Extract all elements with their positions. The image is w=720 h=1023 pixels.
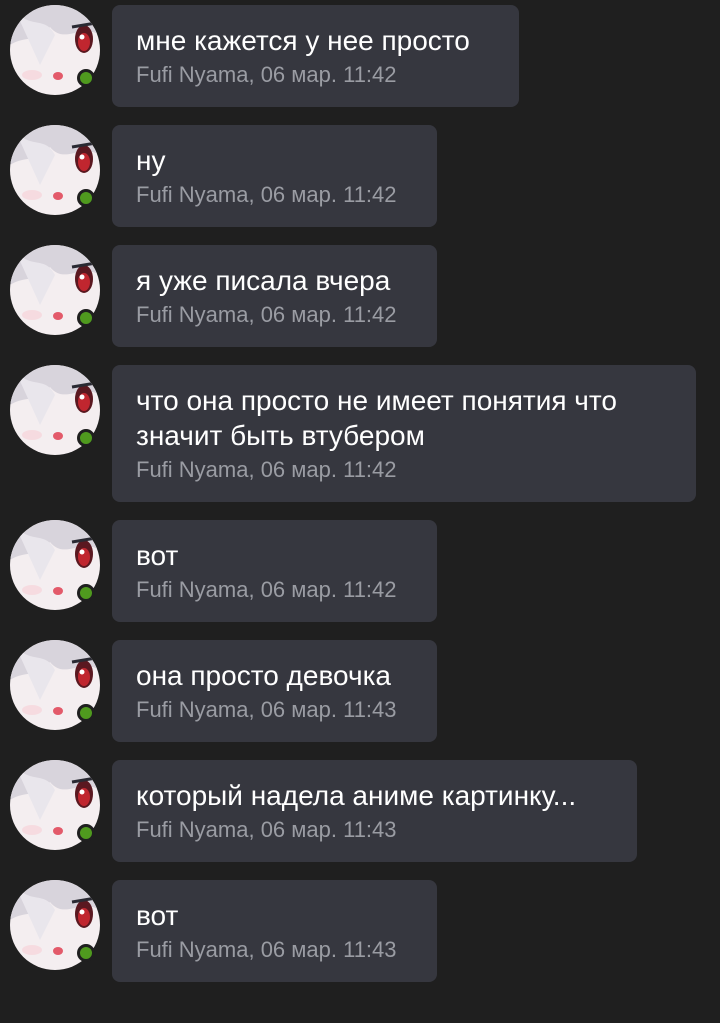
user-avatar[interactable] (10, 640, 100, 730)
online-status-icon (77, 824, 95, 842)
message-text: вот (136, 900, 179, 931)
message-meta: Fufi Nyama, 06 мар. 11:43 (136, 817, 397, 842)
user-avatar[interactable] (10, 880, 100, 970)
user-avatar[interactable] (10, 5, 100, 95)
message-bubble[interactable]: она просто девочка Fufi Nyama, 06 мар. 1… (112, 640, 437, 742)
user-avatar[interactable] (10, 365, 100, 455)
message-bubble[interactable]: ну Fufi Nyama, 06 мар. 11:42 (112, 125, 437, 227)
message-bubble[interactable]: я уже писала вчера Fufi Nyama, 06 мар. 1… (112, 245, 437, 347)
message-text: она просто девочка (136, 660, 392, 691)
online-status-icon (77, 704, 95, 722)
message-bubble[interactable]: вот Fufi Nyama, 06 мар. 11:42 (112, 520, 437, 622)
online-status-icon (77, 944, 95, 962)
message-row: я уже писала вчера Fufi Nyama, 06 мар. 1… (0, 245, 720, 347)
message-row: она просто девочка Fufi Nyama, 06 мар. 1… (0, 640, 720, 742)
message-row: вот Fufi Nyama, 06 мар. 11:42 (0, 520, 720, 622)
online-status-icon (77, 429, 95, 447)
message-bubble[interactable]: вот Fufi Nyama, 06 мар. 11:43 (112, 880, 437, 982)
message-bubble[interactable]: что она просто не имеет понятия что знач… (112, 365, 696, 502)
message-text: который надела аниме картинку... (136, 780, 577, 811)
online-status-icon (77, 584, 95, 602)
message-bubble[interactable]: мне кажется у нее просто Fufi Nyama, 06 … (112, 5, 519, 107)
online-status-icon (77, 69, 95, 87)
user-avatar[interactable] (10, 520, 100, 610)
message-row: который надела аниме картинку... Fufi Ny… (0, 760, 720, 862)
message-row: ну Fufi Nyama, 06 мар. 11:42 (0, 125, 720, 227)
message-text: ну (136, 145, 166, 176)
message-text: я уже писала вчера (136, 265, 391, 296)
user-avatar[interactable] (10, 760, 100, 850)
online-status-icon (77, 189, 95, 207)
message-text: вот (136, 540, 179, 571)
message-meta: Fufi Nyama, 06 мар. 11:42 (136, 62, 397, 87)
message-meta: Fufi Nyama, 06 мар. 11:42 (136, 577, 397, 602)
message-text: мне кажется у нее просто (136, 25, 470, 56)
message-text: что она просто не имеет понятия что знач… (136, 385, 617, 451)
chat-message-list: мне кажется у нее просто Fufi Nyama, 06 … (0, 0, 720, 1023)
message-meta: Fufi Nyama, 06 мар. 11:42 (136, 457, 397, 482)
message-row: мне кажется у нее просто Fufi Nyama, 06 … (0, 5, 720, 107)
user-avatar[interactable] (10, 125, 100, 215)
online-status-icon (77, 309, 95, 327)
user-avatar[interactable] (10, 245, 100, 335)
message-row: что она просто не имеет понятия что знач… (0, 365, 720, 502)
message-bubble[interactable]: который надела аниме картинку... Fufi Ny… (112, 760, 637, 862)
message-meta: Fufi Nyama, 06 мар. 11:42 (136, 182, 397, 207)
message-meta: Fufi Nyama, 06 мар. 11:43 (136, 697, 397, 722)
message-meta: Fufi Nyama, 06 мар. 11:42 (136, 302, 397, 327)
message-row: вот Fufi Nyama, 06 мар. 11:43 (0, 880, 720, 982)
message-meta: Fufi Nyama, 06 мар. 11:43 (136, 937, 397, 962)
